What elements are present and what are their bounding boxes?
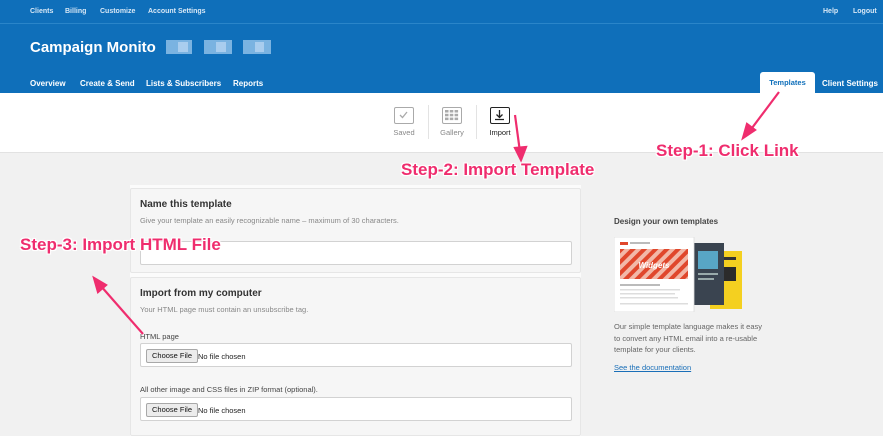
import-section: Import from my computer Your HTML page m… [130, 277, 581, 436]
zip-file-input[interactable]: Choose File No file chosen [140, 397, 572, 421]
sidebar-title: Design your own templates [614, 217, 719, 226]
zip-choose-file-button[interactable]: Choose File [146, 403, 199, 417]
import-button[interactable]: Import [480, 107, 520, 137]
customize-link[interactable]: Customize [100, 8, 135, 15]
brand-title: Campaign Monito [30, 39, 156, 56]
html-page-label: HTML page [140, 332, 179, 341]
import-section-title: Import from my computer [140, 288, 262, 299]
zip-file-status: No file chosen [198, 406, 246, 415]
design-sidebar: Design your own templates Widgets Our si… [600, 200, 883, 436]
logout-link[interactable]: Logout [853, 8, 877, 15]
help-link[interactable]: Help [823, 8, 838, 15]
gallery-label: Gallery [440, 128, 464, 137]
preview-widgets-text: Widgets [638, 261, 670, 270]
app-header: Clients Billing Customize Account Settin… [0, 0, 883, 94]
account-settings-link[interactable]: Account Settings [148, 8, 206, 15]
template-preview-image: Widgets [614, 237, 742, 312]
redacted-block [178, 42, 188, 52]
nav-lists-subscribers[interactable]: Lists & Subscribers [146, 79, 221, 88]
nav-create-send[interactable]: Create & Send [80, 79, 135, 88]
name-section-title: Name this template [140, 199, 232, 210]
html-file-input[interactable]: Choose File No file chosen [140, 343, 572, 367]
name-section: Name this template Give your template an… [130, 188, 581, 273]
step2-annotation: Step-2: Import Template [401, 160, 595, 179]
name-section-hint: Give your template an easily recognizabl… [140, 216, 399, 225]
divider [428, 105, 429, 139]
gallery-button[interactable]: Gallery [432, 107, 472, 137]
top-bar: Clients Billing Customize Account Settin… [0, 0, 883, 24]
import-label: Import [489, 128, 511, 137]
html-file-status: No file chosen [198, 352, 246, 361]
documentation-link[interactable]: See the documentation [614, 363, 691, 372]
saved-label: Saved [393, 128, 415, 137]
zip-files-label: All other image and CSS files in ZIP for… [140, 385, 318, 394]
saved-button[interactable]: Saved [384, 107, 424, 137]
billing-link[interactable]: Billing [65, 8, 86, 15]
divider [476, 105, 477, 139]
import-section-hint: Your HTML page must contain an unsubscri… [140, 305, 309, 314]
import-template-form: Name this template Give your template an… [130, 185, 581, 436]
import-icon [490, 107, 510, 124]
tab-templates[interactable]: Templates [760, 72, 815, 94]
nav-reports[interactable]: Reports [233, 79, 263, 88]
gallery-icon [442, 107, 462, 124]
redacted-block [216, 42, 226, 52]
nav-overview[interactable]: Overview [30, 79, 66, 88]
step3-annotation: Step-3: Import HTML File [20, 235, 221, 254]
clients-link[interactable]: Clients [30, 8, 53, 15]
saved-icon [394, 107, 414, 124]
html-choose-file-button[interactable]: Choose File [146, 349, 199, 363]
sidebar-description: Our simple template language makes it ea… [614, 322, 762, 354]
redacted-block [255, 42, 264, 52]
step1-annotation: Step-1: Click Link [656, 141, 799, 160]
arrow-head [92, 275, 108, 294]
tab-client-settings[interactable]: Client Settings [822, 79, 878, 88]
